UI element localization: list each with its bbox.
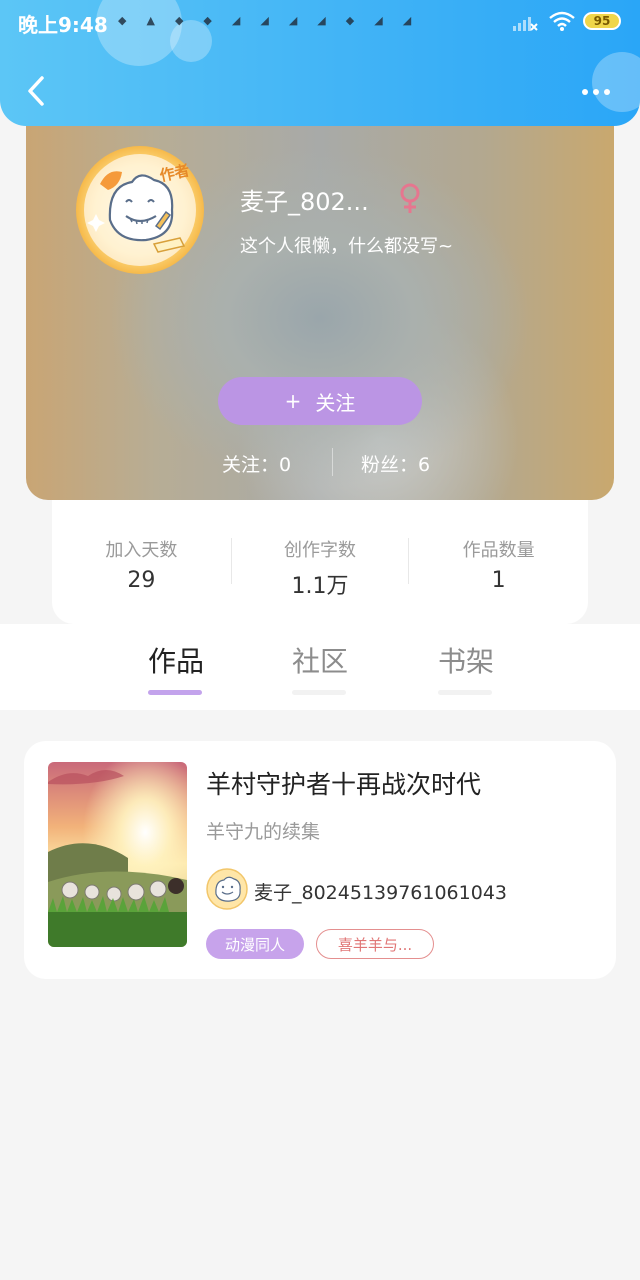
stat-label: 作品数量 <box>462 540 535 561</box>
username: 麦子_802... <box>240 188 369 216</box>
notif-icon: ◢ <box>374 14 383 27</box>
divider <box>332 448 333 476</box>
user-bio: 这个人很懒，什么都没写~ <box>240 236 454 257</box>
more-button[interactable] <box>574 80 618 104</box>
following-count[interactable]: 关注：0 <box>222 450 291 477</box>
female-icon <box>400 183 420 213</box>
wifi-icon <box>549 11 575 31</box>
fans-count[interactable]: 粉丝：6 <box>361 450 430 477</box>
battery-indicator: 95 <box>583 12 621 30</box>
follow-button-label: 关注 <box>315 390 356 415</box>
notif-icon: ◆ <box>203 14 212 27</box>
notif-icon: ◢ <box>402 14 412 27</box>
notif-icon: ◢ <box>317 14 326 27</box>
avatar[interactable]: 作者 <box>70 140 210 280</box>
avatar[interactable] <box>206 868 248 910</box>
stat-label: 创作字数 <box>284 540 356 561</box>
tag-category[interactable]: 动漫同人 <box>206 929 304 959</box>
stats-card: 加入天数 29 创作字数 1.1万 作品数量 1 <box>52 500 588 624</box>
author-avatar-illustration: 作者 <box>76 146 204 274</box>
notif-icon: ▲ <box>146 14 155 27</box>
status-time: 晚上9:48 <box>18 13 108 37</box>
back-button[interactable] <box>20 74 54 108</box>
stat-value: 1 <box>491 568 506 593</box>
stat-value: 1.1万 <box>291 574 349 599</box>
tab-indicator <box>438 690 492 695</box>
tab-community[interactable]: 社区 <box>292 640 348 680</box>
tab-works[interactable]: 作品 <box>148 640 204 680</box>
tab-indicator <box>292 690 346 695</box>
notif-icon: ◢ <box>288 14 298 27</box>
follow-button[interactable]: + 关注 <box>218 377 422 425</box>
notif-icon: ◢ <box>231 14 241 27</box>
more-dots-icon <box>604 89 610 95</box>
work-title[interactable]: 羊村守护者十再战次时代 <box>206 765 481 801</box>
more-dots-icon <box>582 89 588 95</box>
follow-stats: 关注：0 粉丝：6 <box>26 448 614 478</box>
stat-join-days: 加入天数 29 <box>52 500 231 624</box>
top-header: 晚上9:48 ◆ ▲ ◆ ◆ ◢ ◢ ◢ ◢ ◆ ◢ ◢ 95 <box>0 0 640 126</box>
plus-icon: + <box>284 389 302 413</box>
author-name[interactable]: 麦子_80245139761061043 <box>254 878 507 905</box>
more-dots-icon <box>593 89 599 95</box>
work-cover-image[interactable] <box>48 762 187 947</box>
notif-icon: ◆ <box>118 14 127 27</box>
tag-fandom[interactable]: 喜羊羊与... <box>316 929 434 959</box>
notification-icons: ◆ ▲ ◆ ◆ ◢ ◢ ◢ ◢ ◆ ◢ ◢ <box>118 14 411 27</box>
tab-bar: 作品 社区 书架 <box>0 624 640 710</box>
cover-illustration <box>48 762 187 947</box>
stat-value: 29 <box>127 568 156 593</box>
stat-label: 加入天数 <box>105 540 178 561</box>
divider <box>230 538 232 584</box>
tab-bookshelf[interactable]: 书架 <box>438 640 494 680</box>
work-card[interactable]: 羊村守护者十再战次时代 羊守九的续集 麦子_80245139761061043 … <box>24 741 616 979</box>
signal-icon <box>513 17 538 31</box>
chevron-left-icon <box>28 76 44 106</box>
work-description: 羊守九的续集 <box>206 821 321 843</box>
notif-icon: ◆ <box>345 14 355 27</box>
status-bar: 晚上9:48 ◆ ▲ ◆ ◆ ◢ ◢ ◢ ◢ ◆ ◢ ◢ 95 <box>0 0 640 44</box>
notif-icon: ◆ <box>174 14 184 27</box>
tab-indicator-active <box>148 690 202 695</box>
notif-icon: ◢ <box>260 14 269 27</box>
profile-card: 作者 麦子_802... 这个人很懒，什么都没写~ + 关注 关注：0 粉丝：6 <box>26 96 614 500</box>
author-avatar-icon <box>206 868 248 910</box>
stat-works-count: 作品数量 1 <box>409 500 588 624</box>
stat-word-count: 创作字数 1.1万 <box>230 500 410 624</box>
